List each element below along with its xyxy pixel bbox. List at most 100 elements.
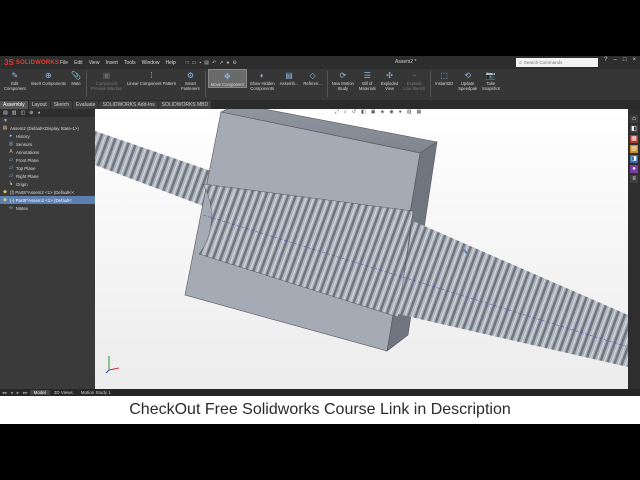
resources-icon[interactable]: ◧ bbox=[630, 125, 638, 133]
search-icon: ⌕ bbox=[519, 59, 522, 66]
update-speedpak-label: Update Speedpak bbox=[458, 81, 478, 91]
help-icon[interactable]: ? bbox=[604, 57, 607, 63]
assembly-features-label: Assemb... bbox=[279, 81, 299, 86]
tree-item[interactable]: ▸ History bbox=[0, 132, 95, 140]
video-caption: CheckOut Free Solidworks Course Link in … bbox=[0, 396, 640, 424]
threaded-rod-right[interactable] bbox=[398, 221, 628, 367]
tree-node-icon: A bbox=[9, 149, 13, 155]
close-button[interactable]: × bbox=[632, 57, 636, 63]
first-tab-button[interactable]: ◂◂ bbox=[0, 390, 9, 396]
menu-insert[interactable]: Insert bbox=[105, 60, 118, 66]
tab-evaluate[interactable]: Evaluate bbox=[73, 101, 99, 109]
exploded-view-button[interactable]: ✣ Exploded View bbox=[379, 69, 400, 91]
save-icon[interactable]: ▪ bbox=[200, 60, 202, 66]
home-icon[interactable]: ⌂ bbox=[630, 115, 638, 123]
tab-motion-study-1[interactable]: Motion Study 1 bbox=[77, 390, 115, 395]
menu-help[interactable]: Help bbox=[165, 60, 175, 66]
search-commands-box[interactable]: ⌕ bbox=[516, 58, 598, 67]
select-icon[interactable]: ➚ bbox=[219, 60, 223, 66]
rebuild-icon[interactable]: ● bbox=[226, 60, 229, 66]
insert-components-icon: ⊕ bbox=[44, 71, 52, 80]
menu-file[interactable]: File bbox=[60, 60, 68, 66]
tree-item[interactable]: ▱ Front Plane bbox=[0, 156, 95, 164]
tab-solidworks-add-ins[interactable]: SOLIDWORKS Add-Ins bbox=[99, 101, 158, 109]
tree-node-icon: ↳ bbox=[8, 181, 14, 187]
move-component-button[interactable]: ✥ Move Component bbox=[207, 69, 247, 88]
maximize-button[interactable]: □ bbox=[623, 57, 627, 63]
menu-bar: File Edit View Insert Tools Window Help bbox=[60, 60, 176, 66]
custom-properties-icon[interactable]: ≡ bbox=[630, 175, 638, 183]
smart-fasteners-button[interactable]: ⚙ Smart Fasteners bbox=[179, 69, 202, 91]
tab-assembly[interactable]: Assembly bbox=[0, 101, 28, 109]
view-palette-icon[interactable]: ◨ bbox=[630, 155, 638, 163]
update-speedpak-button[interactable]: ⟲ Update Speedpak bbox=[456, 69, 479, 91]
filter-icon[interactable]: ▼ bbox=[3, 118, 8, 124]
smart-fasteners-label: Smart Fasteners bbox=[181, 81, 200, 91]
options-icon[interactable]: ⚙ bbox=[232, 60, 236, 66]
linear-component-pattern-button[interactable]: ⁞ Linear Component Pattern bbox=[125, 69, 178, 86]
new-icon[interactable]: □ bbox=[186, 60, 189, 66]
search-input[interactable] bbox=[523, 60, 594, 65]
edit-component-button[interactable]: ✎ Edit Component bbox=[2, 69, 28, 91]
take-snapshot-button[interactable]: 📷 Take Snapshot bbox=[480, 69, 502, 91]
mate-button[interactable]: 📎 Mate bbox=[69, 69, 83, 86]
tree-item-label: Right Plane bbox=[16, 173, 39, 179]
configuration-manager-icon[interactable]: ◫ bbox=[20, 110, 25, 116]
new-motion-study-button[interactable]: ⟳ New Motion Study bbox=[330, 69, 356, 91]
take-snapshot-label: Take Snapshot bbox=[482, 81, 500, 91]
last-tab-button[interactable]: ▸▸ bbox=[21, 390, 30, 396]
component-preview-window-button[interactable]: ▣ Component Preview Window bbox=[89, 69, 124, 91]
tree-item-label: (-) Part9^Assem2 <1> (Default< bbox=[10, 197, 72, 203]
appearances-icon[interactable]: ● bbox=[630, 165, 638, 173]
assembly-features-button[interactable]: ▤ Assemb... bbox=[278, 69, 301, 86]
feature-tree: ▦ Assem2 (Default<Display State-1>) ▸ Histo… bbox=[0, 124, 95, 212]
bill-of-materials-button[interactable]: ☰ Bill of Materials bbox=[357, 69, 378, 91]
dimxpert-icon[interactable]: ⊕ bbox=[29, 110, 33, 116]
tab-layout[interactable]: Layout bbox=[28, 101, 50, 109]
tab-3d-views[interactable]: 3D Views bbox=[50, 390, 77, 395]
tree-item[interactable]: ▦ Assem2 (Default<Display State-1>) bbox=[0, 124, 95, 132]
ds-logo-mark: 3S bbox=[4, 58, 14, 67]
display-manager-icon[interactable]: ◕ bbox=[37, 110, 40, 116]
mate-label: Mate bbox=[71, 81, 81, 86]
menu-window[interactable]: Window bbox=[142, 60, 160, 66]
tree-item[interactable]: ◆ (f) Part8^Assem2 <1> (Default<< bbox=[0, 188, 95, 196]
graphics-viewport[interactable]: ⤢ ⌕ ↺ ◧ ▣ ◈ ◉ ● ▨ ▦ ⬉ bbox=[95, 109, 628, 389]
property-manager-icon[interactable]: ▥ bbox=[12, 110, 17, 116]
undo-icon[interactable]: ↶ bbox=[212, 60, 216, 66]
insert-components-button[interactable]: ⊕ Insert Components bbox=[29, 69, 68, 86]
tab-sketch[interactable]: Sketch bbox=[50, 101, 72, 109]
tree-item[interactable]: ▱ Top Plane bbox=[0, 164, 95, 172]
window-controls: ? – □ × bbox=[604, 57, 636, 63]
document-title: Assem2 * bbox=[395, 59, 417, 65]
caption-text: CheckOut Free Solidworks Course Link in … bbox=[129, 401, 511, 418]
minimize-button[interactable]: – bbox=[614, 57, 617, 63]
new-motion-study-label: New Motion Study bbox=[331, 81, 354, 91]
menu-tools[interactable]: Tools bbox=[124, 60, 136, 66]
menu-edit[interactable]: Edit bbox=[74, 60, 83, 66]
explode-line-sketch-button[interactable]: ⌁ Explode Line Sketch bbox=[401, 69, 427, 91]
menu-view[interactable]: View bbox=[89, 60, 100, 66]
tab-solidworks-mbd[interactable]: SOLIDWORKS MBD bbox=[158, 101, 212, 109]
tree-item[interactable]: ◆ (-) Part9^Assem2 <1> (Default< bbox=[0, 196, 95, 204]
component-preview-window-icon: ▣ bbox=[102, 71, 111, 80]
open-icon[interactable]: ▭ bbox=[192, 60, 197, 66]
design-library-icon[interactable]: ▦ bbox=[630, 135, 638, 143]
component-preview-window-label: Component Preview Window bbox=[91, 81, 122, 91]
file-explorer-icon[interactable]: ▤ bbox=[630, 145, 638, 153]
logo-text: SOLIDWORKS bbox=[15, 59, 60, 66]
solidworks-logo[interactable]: 3S SOLIDWORKS bbox=[0, 56, 59, 69]
tree-item[interactable]: ◎ Sensors bbox=[0, 140, 95, 148]
tree-item[interactable]: ↳ Origin bbox=[0, 180, 95, 188]
print-icon[interactable]: ▤ bbox=[204, 60, 209, 66]
feature-manager-icon[interactable]: ▤ bbox=[3, 110, 8, 116]
tree-item[interactable]: ∞ Mates bbox=[0, 204, 95, 212]
tab-model[interactable]: Model bbox=[29, 390, 50, 395]
model-graphics[interactable] bbox=[95, 109, 628, 389]
tree-item[interactable]: ▱ Right Plane bbox=[0, 172, 95, 180]
reference-geometry-button[interactable]: ◇ Referen... bbox=[301, 69, 323, 86]
show-hidden-components-button[interactable]: ◐ Show Hidden Components bbox=[248, 69, 277, 91]
explode-line-sketch-icon: ⌁ bbox=[411, 71, 417, 80]
tree-item[interactable]: A Annotations bbox=[0, 148, 95, 156]
instant3d-button[interactable]: ⬚ Instant3D bbox=[433, 69, 455, 86]
